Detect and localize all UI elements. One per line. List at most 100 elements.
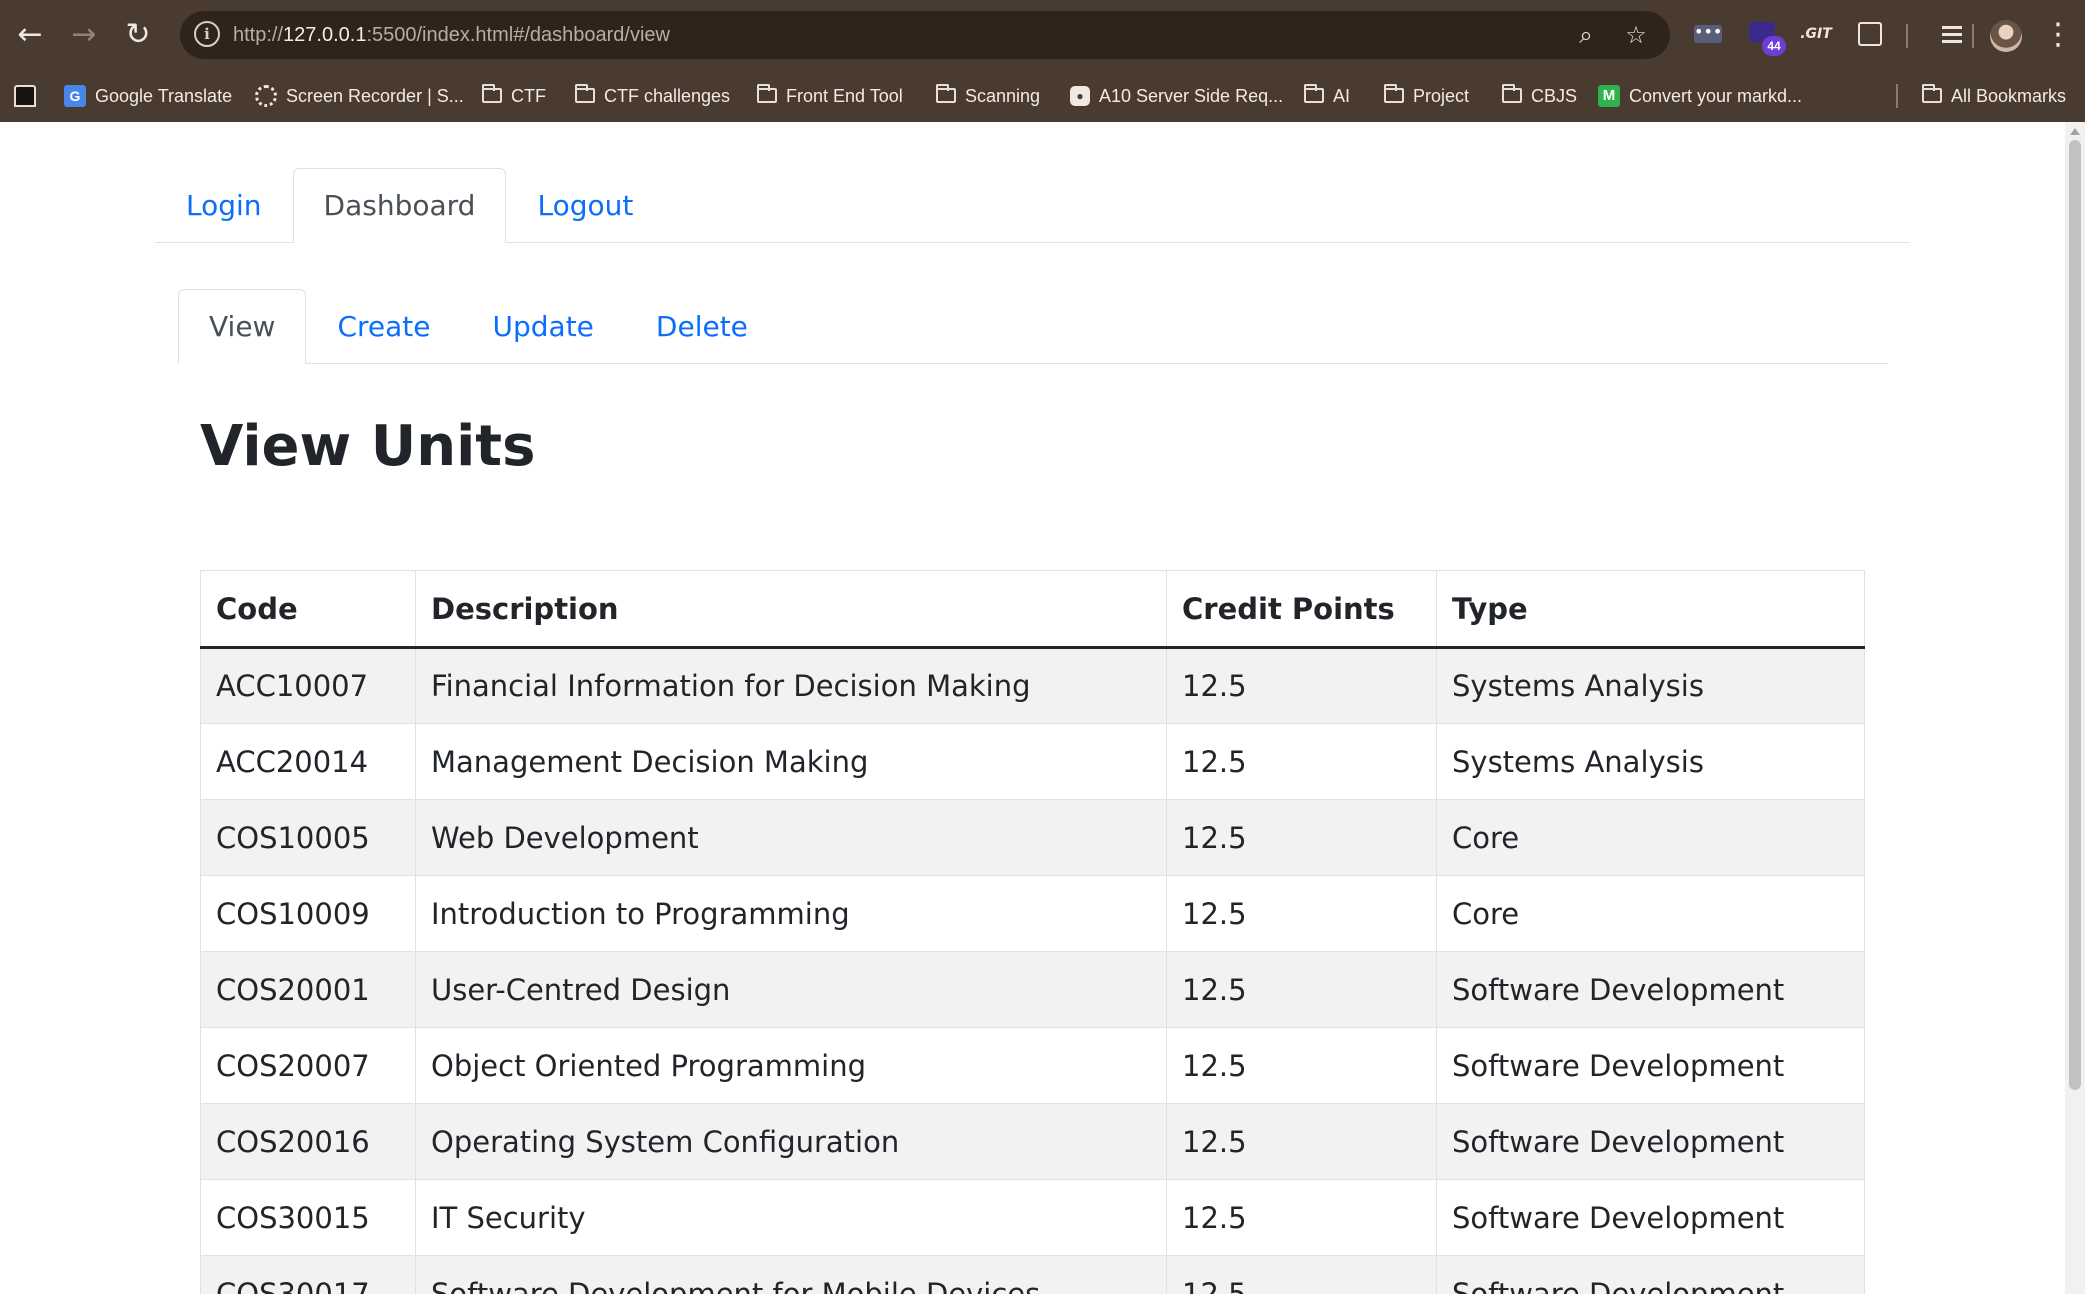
cell-credit-points: 12.5 — [1166, 799, 1437, 876]
puzzle-extensions-icon[interactable] — [1852, 16, 1888, 52]
url-prefix: http:// — [233, 24, 284, 46]
cell-description: Management Decision Making — [415, 723, 1167, 800]
bookmark-folder-ai[interactable]: AI — [1304, 70, 1350, 122]
cell-credit-points: 12.5 — [1166, 647, 1437, 724]
bookmark-label: CBJS — [1531, 86, 1578, 106]
all-bookmarks-button[interactable]: All Bookmarks — [1922, 70, 2066, 122]
bookmark-label: Screen Recorder | S... — [286, 86, 464, 106]
cell-code: COS30015 — [200, 1179, 416, 1256]
bookmark-label: Scanning — [965, 86, 1041, 106]
bookmark-label: Convert your markd... — [1629, 86, 1803, 106]
toolbar-divider — [1906, 24, 1908, 48]
bookmarks-bar: G Google Translate Screen Recorder | S...… — [0, 70, 2085, 122]
cell-type: Systems Analysis — [1436, 723, 1865, 800]
cell-code: ACC20014 — [200, 723, 416, 800]
table-row: ACC10007 Financial Information for Decis… — [200, 647, 1865, 724]
table-row: COS10005 Web Development 12.5 Core — [200, 799, 1865, 876]
folder-icon — [482, 84, 502, 104]
zoom-icon[interactable]: ⌕ — [1568, 11, 1604, 59]
screen-recorder-icon — [255, 84, 277, 107]
site-info-icon[interactable]: i — [194, 21, 220, 47]
cell-code: ACC10007 — [200, 647, 416, 724]
cell-type: Software Development — [1436, 951, 1865, 1028]
extension-dots-icon[interactable]: ••• — [1690, 16, 1726, 52]
cell-type: Software Development — [1436, 1027, 1865, 1104]
table-row: COS30017 Software Development for Mobile… — [200, 1255, 1865, 1294]
column-header-description: Description — [415, 570, 1167, 649]
folder-icon — [757, 84, 777, 104]
cell-code: COS30017 — [200, 1255, 416, 1294]
bookmark-a10-server-side[interactable]: ● A10 Server Side Req... — [1070, 70, 1283, 122]
cell-code: COS20001 — [200, 951, 416, 1028]
cell-type: Software Development — [1436, 1179, 1865, 1256]
bookmark-folder-project[interactable]: Project — [1384, 70, 1469, 122]
browser-menu-icon[interactable]: ⋮ — [2036, 13, 2080, 57]
table-header-row: Code Description Credit Points Type — [200, 570, 1865, 649]
markdown-icon: M — [1598, 84, 1620, 107]
bookmark-label: Front End Tool — [786, 86, 903, 106]
git-extension-icon[interactable]: .GIT — [1798, 16, 1834, 52]
tab-create[interactable]: Create — [306, 289, 461, 363]
tab-delete[interactable]: Delete — [625, 289, 779, 363]
tab-dashboard[interactable]: Dashboard — [292, 168, 507, 243]
tab-view[interactable]: View — [178, 289, 307, 364]
cell-credit-points: 12.5 — [1166, 1103, 1437, 1180]
cell-credit-points: 12.5 — [1166, 723, 1437, 800]
bookmark-label: A10 Server Side Req... — [1099, 86, 1284, 106]
table-row: COS20001 User-Centred Design 12.5 Softwa… — [200, 951, 1865, 1028]
bookmark-apps-icon[interactable] — [14, 70, 45, 122]
bookmark-folder-scanning[interactable]: Scanning — [936, 70, 1040, 122]
back-icon[interactable]: ← — [8, 13, 52, 57]
scroll-up-arrow-icon[interactable] — [2070, 128, 2080, 135]
cell-credit-points: 12.5 — [1166, 1255, 1437, 1294]
bookmark-folder-ctf-challenges[interactable]: CTF challenges — [575, 70, 730, 122]
browser-chrome: ← → ↻ i http://127.0.0.1:5500/index.html… — [0, 0, 2085, 122]
tab-login[interactable]: Login — [155, 168, 293, 242]
cell-description: Object Oriented Programming — [415, 1027, 1167, 1104]
page-viewport: Login Dashboard Logout View Create Updat… — [0, 122, 2065, 1294]
cell-description: Financial Information for Decision Makin… — [415, 647, 1167, 724]
media-queue-icon[interactable] — [1934, 16, 1970, 52]
cell-description: User-Centred Design — [415, 951, 1167, 1028]
reload-icon[interactable]: ↻ — [116, 13, 160, 57]
cell-credit-points: 12.5 — [1166, 1027, 1437, 1104]
cell-credit-points: 12.5 — [1166, 1179, 1437, 1256]
url-path: :5500/index.html#/dashboard/view — [366, 24, 670, 46]
bookmark-folder-ctf[interactable]: CTF — [482, 70, 546, 122]
bookmark-screen-recorder[interactable]: Screen Recorder | S... — [255, 70, 464, 122]
url-text[interactable]: http://127.0.0.1:5500/index.html#/dashbo… — [233, 11, 670, 59]
graduation-cap-extension-icon[interactable]: 44 — [1744, 16, 1786, 56]
cell-type: Systems Analysis — [1436, 647, 1865, 724]
cell-description: Introduction to Programming — [415, 875, 1167, 952]
folder-icon — [1304, 84, 1324, 104]
forward-icon[interactable]: → — [62, 13, 106, 57]
bookmark-label: CTF challenges — [604, 86, 731, 106]
google-translate-icon: G — [64, 84, 86, 107]
folder-icon — [1922, 84, 1942, 104]
folder-icon — [1502, 84, 1522, 104]
bookmark-folder-cbjs[interactable]: CBJS — [1502, 70, 1577, 122]
bookmark-label: AI — [1333, 86, 1351, 106]
table-row: COS10009 Introduction to Programming 12.… — [200, 875, 1865, 952]
profile-avatar[interactable] — [1990, 20, 2022, 52]
cell-type: Core — [1436, 799, 1865, 876]
site-icon: ● — [1070, 85, 1090, 106]
cell-code: COS10009 — [200, 875, 416, 952]
extension-badge: 44 — [1762, 36, 1786, 56]
cell-description: IT Security — [415, 1179, 1167, 1256]
scrollbar-thumb[interactable] — [2069, 140, 2081, 1090]
all-bookmarks-label: All Bookmarks — [1951, 86, 2067, 106]
tab-logout[interactable]: Logout — [506, 168, 664, 242]
cell-code: COS20016 — [200, 1103, 416, 1180]
main-nav-tabs: Login Dashboard Logout — [155, 168, 1910, 243]
bookmark-google-translate[interactable]: G Google Translate — [64, 70, 232, 122]
page-scrollbar[interactable] — [2065, 122, 2085, 1294]
bookmark-convert-markdown[interactable]: M Convert your markd... — [1598, 70, 1802, 122]
bookmark-star-icon[interactable]: ☆ — [1618, 11, 1654, 59]
bookmark-folder-front-end-tool[interactable]: Front End Tool — [757, 70, 903, 122]
address-bar[interactable]: i http://127.0.0.1:5500/index.html#/dash… — [180, 11, 1670, 59]
table-row: COS20016 Operating System Configuration … — [200, 1103, 1865, 1180]
bookmarks-divider — [1896, 84, 1898, 108]
tab-update[interactable]: Update — [462, 289, 625, 363]
cell-code: COS10005 — [200, 799, 416, 876]
